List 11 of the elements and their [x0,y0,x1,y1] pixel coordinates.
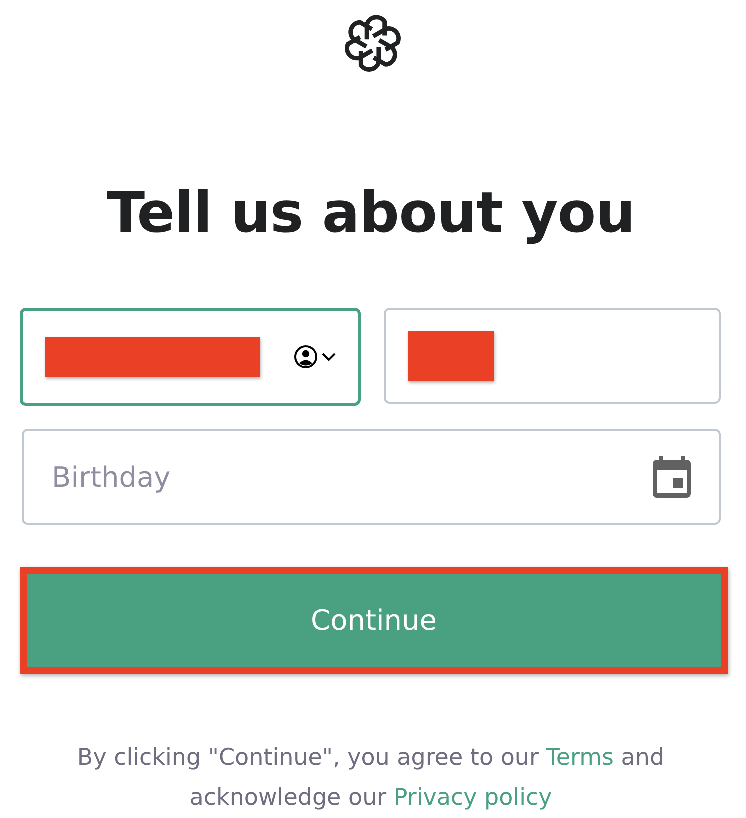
account-icon[interactable] [294,345,318,370]
text-field[interactable] [384,308,721,404]
chevron-down-icon[interactable] [322,352,336,362]
legal-text: By clicking "Continue", you agree to our Terms and acknowledge our Privacy policy [76,744,666,813]
continue-button[interactable]: Continue [27,574,721,667]
birthday-field[interactable]: Birthday [22,429,721,526]
name-field[interactable] [20,308,361,406]
privacy-policy-link[interactable]: Privacy policy [394,785,552,811]
calendar-icon[interactable] [653,456,691,498]
terms-link[interactable]: Terms [546,745,614,771]
page-heading: Tell us about you [106,180,636,248]
